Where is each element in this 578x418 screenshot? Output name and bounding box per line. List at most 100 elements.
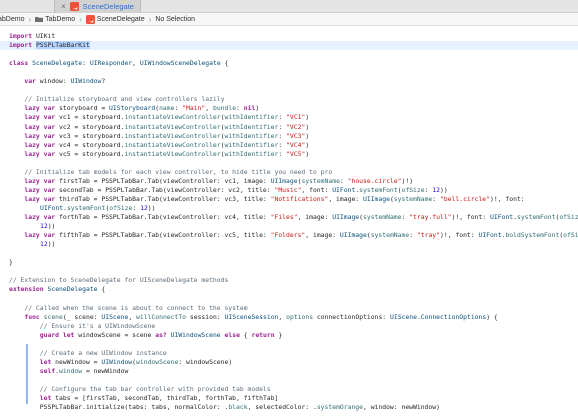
code-token: "tray.full" xyxy=(409,213,452,221)
code-token: lazy var xyxy=(24,213,56,221)
code-token: "VC4" xyxy=(286,140,306,149)
code-line: UIFont.systemFont(ofSize: 12)) xyxy=(0,204,578,213)
code-token: : xyxy=(432,194,440,203)
swift-file-icon xyxy=(85,14,95,24)
jump-bar: abDemo › TabDemo › SceneDelegate › No Se… xyxy=(0,13,578,26)
code-token: systemName xyxy=(301,176,340,185)
code-token: windowScene = scene xyxy=(74,330,156,339)
code-token: UIWindowSceneDelegate xyxy=(139,59,221,68)
code-line: // Initialize storyboard and view contro… xyxy=(0,95,578,104)
code-token: UIFont xyxy=(40,203,64,212)
code-token: guard let xyxy=(39,330,75,339)
code-token: scene xyxy=(43,312,63,321)
code-token: vc2 = storyboard. xyxy=(55,122,125,131)
code-token: ) xyxy=(305,149,310,158)
code-token: systemFont xyxy=(516,213,556,221)
code-token: newWindow = xyxy=(51,357,102,366)
code-token: "house.circle" xyxy=(347,176,402,185)
code-token: systemOrange xyxy=(316,403,363,412)
code-token: )!) xyxy=(401,176,414,185)
folder-icon xyxy=(35,17,44,22)
code-token: UIImage xyxy=(270,176,298,185)
code-token: storyboard = xyxy=(55,104,110,113)
code-token: "VC1" xyxy=(286,113,306,122)
code-token: fifthTab = PSSPLTabBar.Tab(viewControlle… xyxy=(55,231,271,240)
code-token: )) xyxy=(47,222,56,231)
breadcrumb-project[interactable]: abDemo xyxy=(0,16,24,23)
code-token: lazy var xyxy=(24,140,56,149)
code-comment: // Create a new UIWindow instance xyxy=(9,348,167,357)
code-line: class SceneDelegate: UIResponder, UIWind… xyxy=(0,59,578,68)
code-token: )!, font: xyxy=(440,231,479,240)
code-token: , image: xyxy=(305,231,340,240)
breadcrumb-file[interactable]: SceneDelegate xyxy=(85,14,145,24)
code-token: , xyxy=(132,59,140,68)
code-comment: // Initialize tab models for each view c… xyxy=(9,167,333,176)
code-token: "Folders" xyxy=(270,231,306,240)
code-token: lazy var xyxy=(24,231,56,240)
code-token: withIdentifier xyxy=(224,113,279,122)
breadcrumb-selection[interactable]: No Selection xyxy=(155,16,195,23)
code-line: var window: UIWindow? xyxy=(0,77,578,86)
code-token: ? xyxy=(101,77,106,86)
code-token: SceneDelegate xyxy=(47,285,98,294)
code-token: (_ scene: xyxy=(62,312,102,321)
code-token: tabs = [firstTab, secondTab, thirdTab, f… xyxy=(51,394,279,402)
code-line: lazy var thirdTab = PSSPLTabBar.Tab(view… xyxy=(0,195,578,204)
code-token: window xyxy=(59,366,83,375)
code-token: as? xyxy=(155,330,167,339)
code-token: instantiateViewController xyxy=(124,113,221,122)
code-line: lazy var vc3 = storyboard.instantiateVie… xyxy=(0,132,578,141)
code-line: lazy var vc4 = storyboard.instantiateVie… xyxy=(0,141,578,150)
tab-scene-delegate[interactable]: × SceneDelegate xyxy=(54,0,141,13)
code-token: lazy var xyxy=(24,149,56,158)
code-comment: // Extension to SceneDelegate for UIScen… xyxy=(9,276,229,285)
code-token: { xyxy=(220,59,229,68)
code-token: instantiateViewController xyxy=(124,131,221,140)
close-icon[interactable]: × xyxy=(61,2,66,11)
code-line: // Configure the tab bar controller with… xyxy=(0,385,578,394)
code-token: : xyxy=(278,122,287,131)
breadcrumb-group[interactable]: TabDemo xyxy=(35,16,75,23)
code-token: class xyxy=(9,59,29,68)
code-token: } xyxy=(9,258,13,267)
code-token: "Music" xyxy=(274,185,302,194)
code-token: ) xyxy=(305,131,310,140)
code-line: 12)) xyxy=(0,240,578,249)
code-token: "bell.circle" xyxy=(439,194,491,203)
code-token: withIdentifier xyxy=(224,149,279,158)
code-token: )) xyxy=(440,185,448,194)
code-token: windowScene xyxy=(136,357,179,366)
code-line: import PSSPLTabBarKit xyxy=(0,41,578,51)
code-editor[interactable]: import UIKit import PSSPLTabBarKit class S… xyxy=(0,26,578,418)
code-token: options xyxy=(286,312,314,321)
code-token: nil xyxy=(243,104,256,113)
code-token: lazy var xyxy=(24,113,56,122)
editor-tab-bar: × SceneDelegate xyxy=(0,0,578,13)
code-token: : xyxy=(339,176,348,185)
tab-label: SceneDelegate xyxy=(82,2,134,11)
code-token: )) xyxy=(147,203,156,212)
code-token: return xyxy=(251,330,275,339)
code-token: { xyxy=(239,330,252,339)
code-token: , image: xyxy=(328,194,363,203)
code-token: , image: xyxy=(297,213,333,221)
code-token: vc5 = storyboard. xyxy=(55,149,125,158)
code-line: func scene(_ scene: UIScene, willConnect… xyxy=(0,313,578,322)
code-token: UIFont xyxy=(478,231,502,240)
code-token: SceneDelegate xyxy=(32,59,83,68)
code-token: UIWindow xyxy=(101,357,133,366)
code-token: forthTab = PSSPLTabBar.Tab(viewControlle… xyxy=(55,213,271,221)
